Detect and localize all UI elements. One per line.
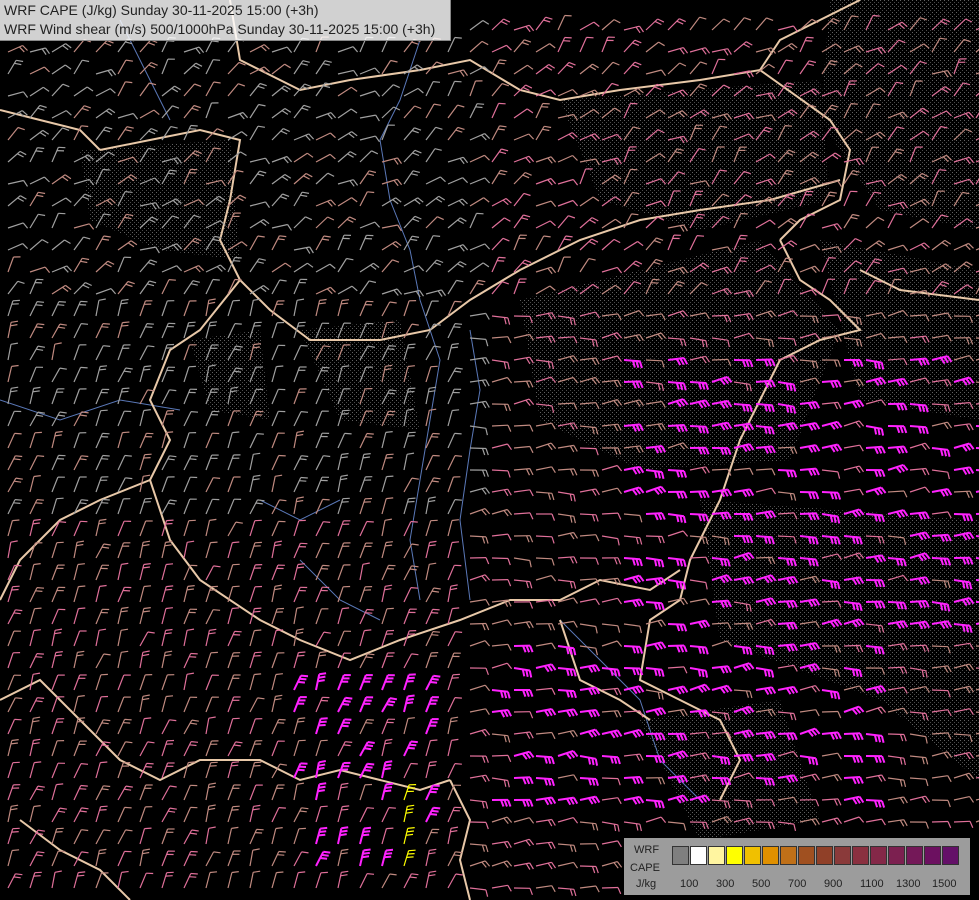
legend-swatch (852, 846, 869, 865)
legend-tick: 700 (788, 878, 807, 890)
legend-variable-label: CAPE (630, 862, 660, 874)
legend-swatch (762, 846, 779, 865)
legend-swatch (906, 846, 923, 865)
legend-tick: 100 (680, 878, 699, 890)
legend-swatch (816, 846, 833, 865)
legend-swatch (726, 846, 743, 865)
legend-swatch (834, 846, 851, 865)
legend-tick: 1300 (896, 878, 921, 890)
legend-model-label: WRF (634, 844, 660, 856)
legend-swatch (780, 846, 797, 865)
legend-swatch (744, 846, 761, 865)
legend-color-scale (672, 846, 960, 865)
legend-swatch (672, 846, 689, 865)
cape-title: WRF CAPE (J/kg) Sunday 30-11-2025 15:00 … (4, 2, 319, 18)
legend-swatch (942, 846, 959, 865)
legend-swatch (708, 846, 725, 865)
cape-legend: WRF CAPE J/kg 100 300 500 700 900 1100 1300 150… (624, 838, 970, 895)
legend-tick: 1100 (860, 878, 884, 890)
map-title-box: WRF CAPE (J/kg) Sunday 30-11-2025 15:00 … (0, 0, 451, 41)
wind-shear-title: WRF Wind shear (m/s) 500/1000hPa Sunday … (4, 21, 436, 37)
map-canvas (0, 0, 979, 900)
legend-unit-label: J/kg (636, 878, 657, 890)
legend-swatch (924, 846, 941, 865)
legend-swatch (690, 846, 707, 865)
legend-tick: 900 (824, 878, 843, 890)
legend-swatch (798, 846, 815, 865)
legend-tick: 1500 (932, 878, 957, 890)
legend-tick: 500 (752, 878, 771, 890)
legend-swatch (870, 846, 887, 865)
legend-swatch (888, 846, 905, 865)
legend-tick: 300 (716, 878, 735, 890)
